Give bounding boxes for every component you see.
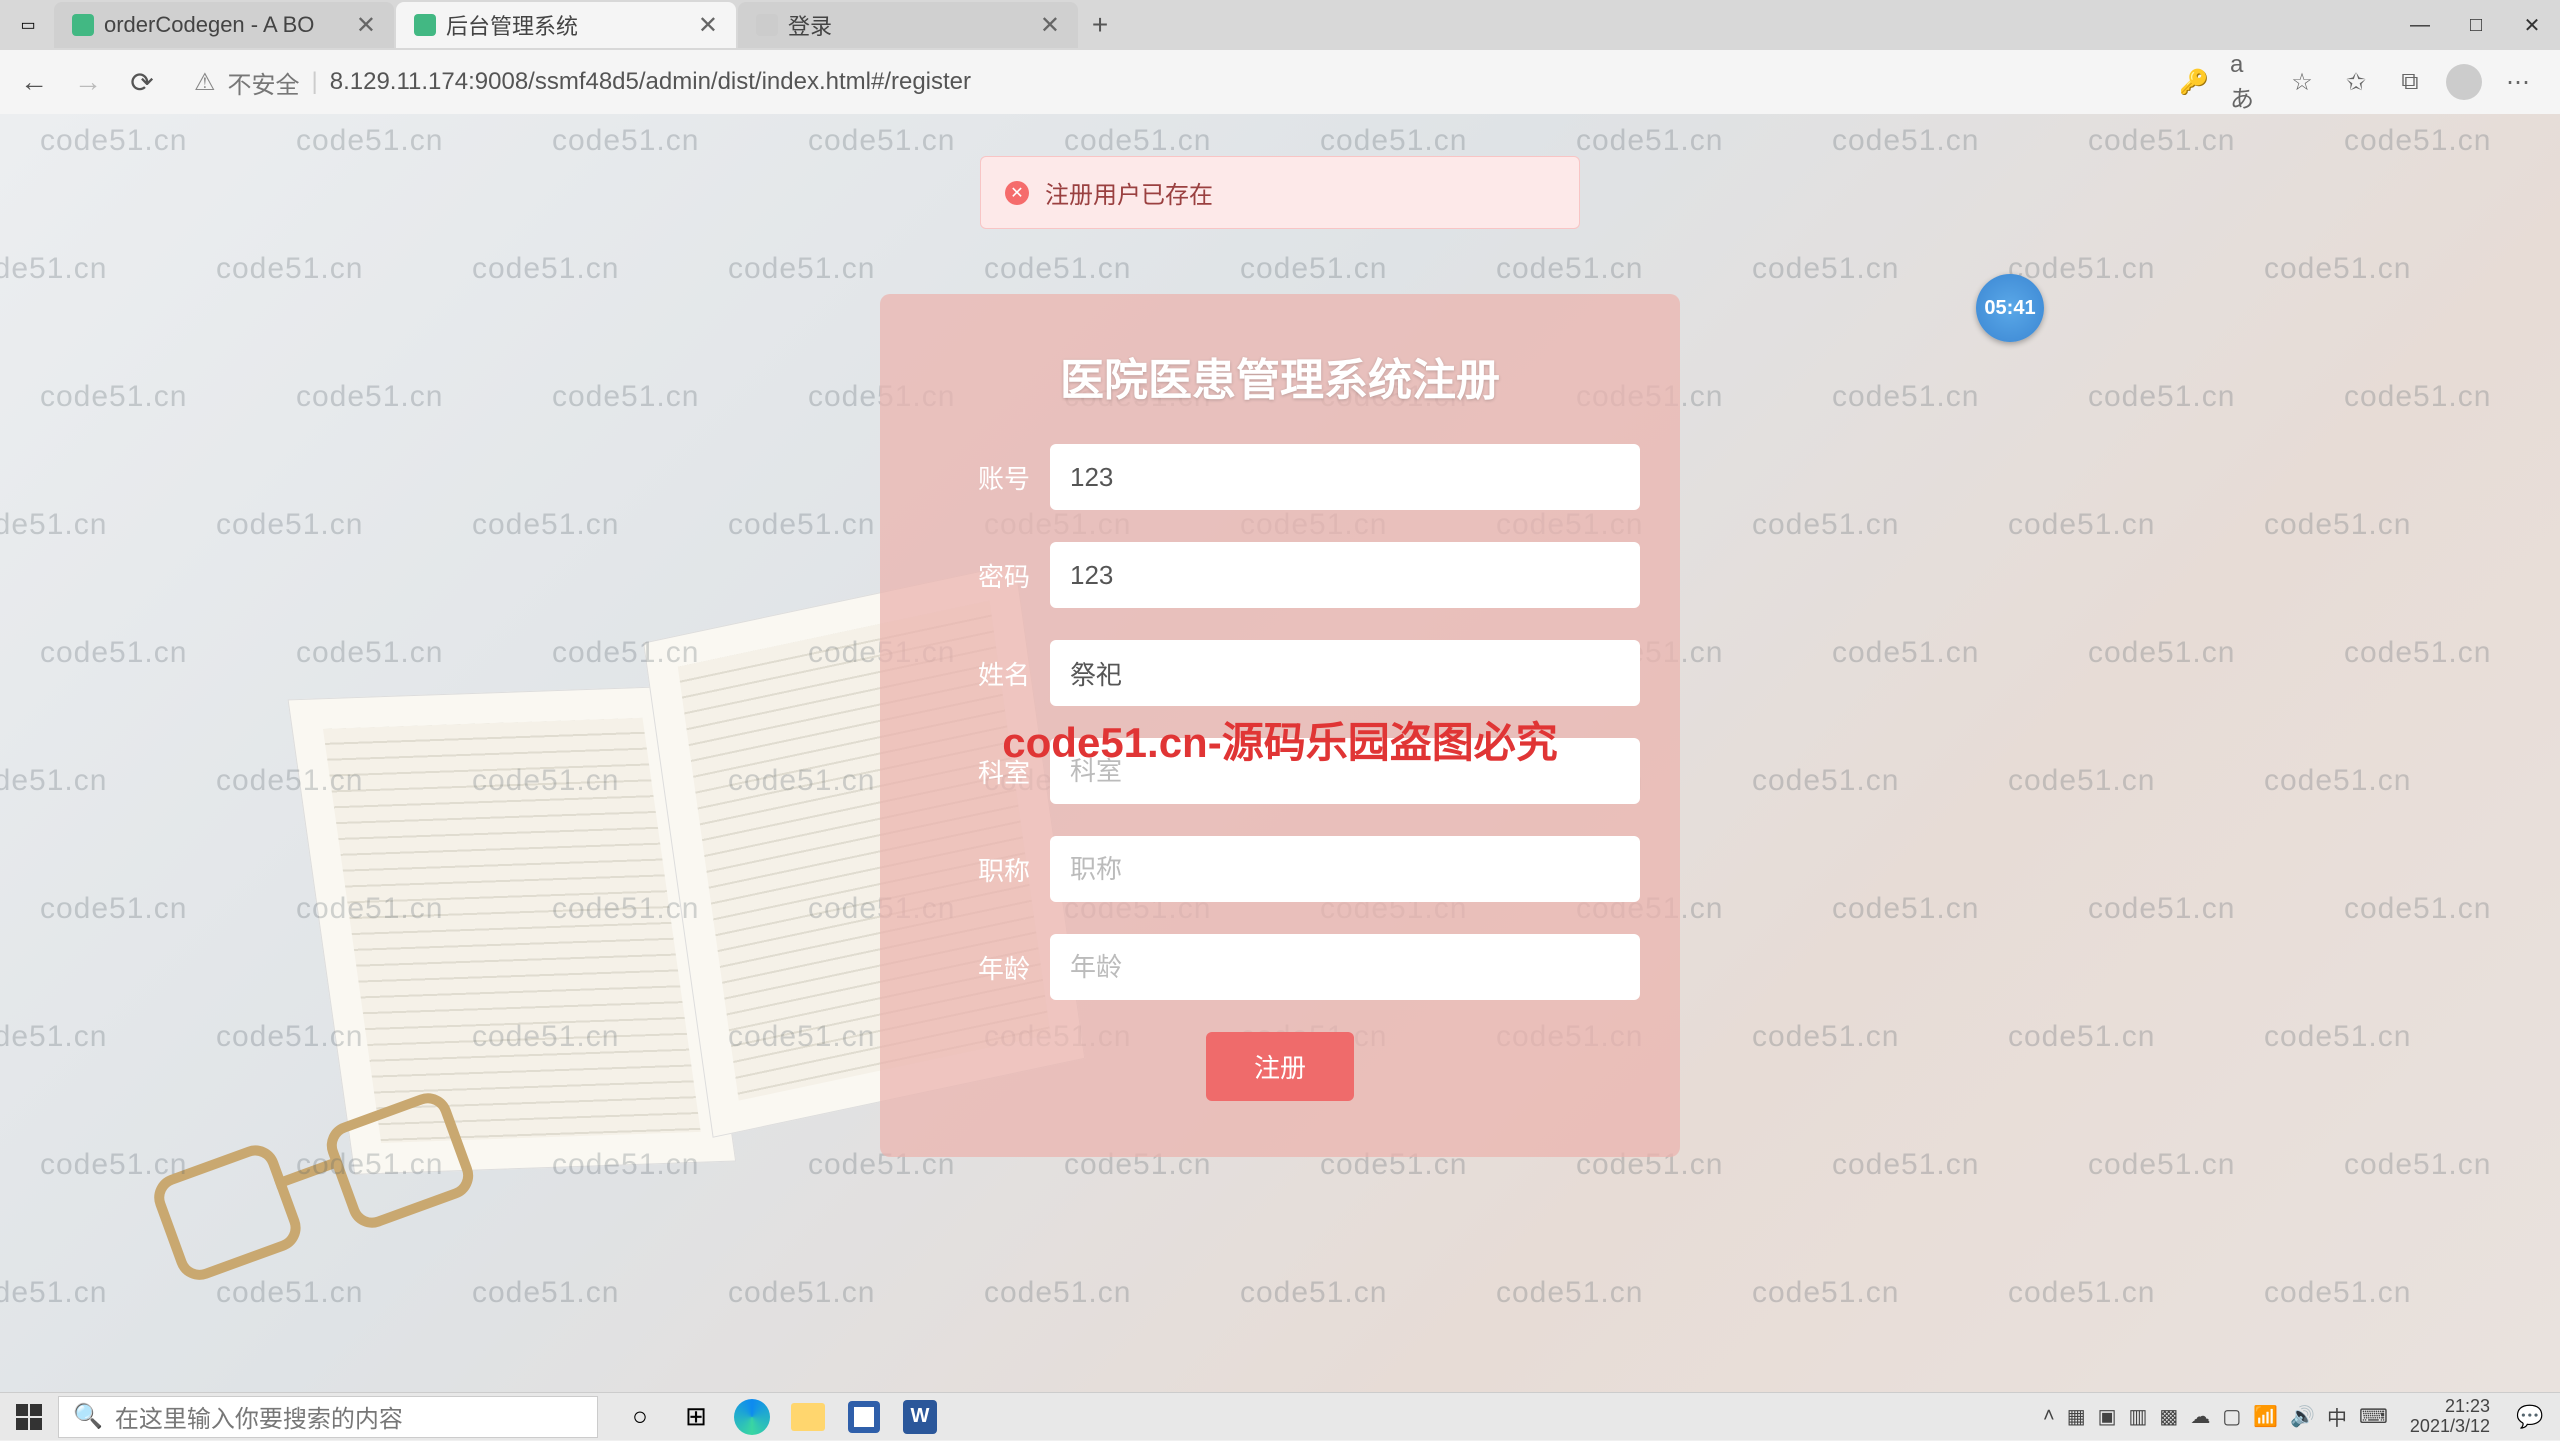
search-placeholder: 在这里输入你要搜索的内容 <box>115 1399 403 1434</box>
battery-icon[interactable]: ▢ <box>2222 1404 2241 1429</box>
row-password: 密码 <box>920 542 1640 608</box>
tab-bar: ▭ orderCodegen - A BO ✕ 后台管理系统 ✕ 登录 ✕ + … <box>0 0 2560 50</box>
favicon-icon <box>72 14 94 36</box>
url-text: 8.129.11.174:9008/ssmf48d5/admin/dist/in… <box>330 68 971 96</box>
store-icon[interactable] <box>842 1395 886 1439</box>
favorites-bar-icon[interactable]: ✩ <box>2338 64 2374 100</box>
tray-app3-icon[interactable]: ▥ <box>2129 1404 2148 1429</box>
taskbar-search[interactable]: 🔍 在这里输入你要搜索的内容 <box>58 1396 598 1438</box>
label-age: 年龄 <box>920 949 1050 986</box>
label-title: 职称 <box>920 851 1050 888</box>
close-icon[interactable]: ✕ <box>356 11 376 40</box>
tab-login[interactable]: 登录 ✕ <box>738 2 1078 48</box>
clock[interactable]: 21:23 2021/3/12 <box>2400 1397 2500 1437</box>
input-age[interactable] <box>1050 934 1640 1000</box>
key-icon[interactable]: 🔑 <box>2176 64 2212 100</box>
clock-badge: 05:41 <box>1976 274 2044 342</box>
address-bar: ← → ⟳ ⚠ 不安全 | 8.129.11.174:9008/ssmf48d5… <box>0 50 2560 114</box>
favorite-icon[interactable]: ☆ <box>2284 64 2320 100</box>
security-label: 不安全 <box>228 65 300 100</box>
tab-actions-button[interactable]: ▭ <box>10 7 46 43</box>
cortana-icon[interactable]: ○ <box>618 1395 662 1439</box>
tab-ordercodegen[interactable]: orderCodegen - A BO ✕ <box>54 2 394 48</box>
close-window-button[interactable]: ✕ <box>2504 0 2560 50</box>
input-title[interactable] <box>1050 836 1640 902</box>
explorer-icon[interactable] <box>786 1395 830 1439</box>
minimize-button[interactable]: — <box>2392 0 2448 50</box>
warning-icon: ⚠ <box>194 68 216 97</box>
start-button[interactable] <box>0 1393 58 1441</box>
tray-app4-icon[interactable]: ▩ <box>2159 1404 2178 1429</box>
wifi-icon[interactable]: 📶 <box>2253 1404 2278 1429</box>
input-password[interactable] <box>1050 542 1640 608</box>
notifications-icon[interactable]: 💬 <box>2512 1399 2548 1435</box>
error-icon: ✕ <box>1005 181 1029 205</box>
label-name: 姓名 <box>920 655 1050 692</box>
tray-app1-icon[interactable]: ▦ <box>2067 1404 2086 1429</box>
keyboard-icon[interactable]: ⌨ <box>2359 1404 2388 1429</box>
center-watermark: code51.cn-源码乐园盗图必究 <box>1002 709 1557 770</box>
profile-avatar[interactable] <box>2446 64 2482 100</box>
close-icon[interactable]: ✕ <box>1040 11 1060 40</box>
input-name[interactable] <box>1050 640 1640 706</box>
tray-chevron-icon[interactable]: ˄ <box>2043 1405 2055 1428</box>
back-button[interactable]: ← <box>14 62 54 102</box>
taskbar: 🔍 在这里输入你要搜索的内容 ○ ⊞ W ˄ ▦ ▣ ▥ ▩ ☁ ▢ 📶 🔊 中… <box>0 1392 2560 1440</box>
reload-button[interactable]: ⟳ <box>122 62 162 102</box>
onedrive-icon[interactable]: ☁ <box>2190 1404 2210 1429</box>
page-background: code51.cncode51.cncode51.cncode51.cncode… <box>0 114 2560 1392</box>
register-button[interactable]: 注册 <box>1206 1032 1354 1101</box>
favicon-icon <box>756 14 778 36</box>
row-age: 年龄 <box>920 934 1640 1000</box>
ime-icon[interactable]: 中 <box>2327 1402 2347 1431</box>
close-icon[interactable]: ✕ <box>698 11 718 40</box>
label-account: 账号 <box>920 459 1050 496</box>
search-icon: 🔍 <box>73 1402 103 1431</box>
tab-label: orderCodegen - A BO <box>104 12 314 38</box>
clock-time: 05:41 <box>1984 297 2035 320</box>
card-title: 医院医患管理系统注册 <box>920 344 1640 408</box>
toast-message: 注册用户已存在 <box>1045 175 1213 210</box>
tray-app2-icon[interactable]: ▣ <box>2098 1404 2117 1429</box>
menu-icon[interactable]: ⋯ <box>2500 64 2536 100</box>
separator: | <box>312 68 318 96</box>
tab-label: 后台管理系统 <box>446 9 578 41</box>
clock-time: 21:23 <box>2410 1397 2490 1417</box>
task-icons: ○ ⊞ W <box>618 1395 942 1439</box>
tab-label: 登录 <box>788 9 832 41</box>
input-account[interactable] <box>1050 444 1640 510</box>
system-tray: ˄ ▦ ▣ ▥ ▩ ☁ ▢ 📶 🔊 中 ⌨ 21:23 2021/3/12 💬 <box>2043 1397 2560 1437</box>
url-bar[interactable]: ⚠ 不安全 | 8.129.11.174:9008/ssmf48d5/admin… <box>176 59 2162 105</box>
tab-admin[interactable]: 后台管理系统 ✕ <box>396 2 736 48</box>
row-name: 姓名 <box>920 640 1640 706</box>
collections-icon[interactable]: ⧉ <box>2392 64 2428 100</box>
favicon-icon <box>414 14 436 36</box>
error-toast: ✕ 注册用户已存在 <box>980 156 1580 229</box>
label-password: 密码 <box>920 557 1050 594</box>
toolbar-icons: 🔑 aあ ☆ ✩ ⧉ ⋯ <box>2176 64 2546 100</box>
maximize-button[interactable]: □ <box>2448 0 2504 50</box>
browser-chrome: ▭ orderCodegen - A BO ✕ 后台管理系统 ✕ 登录 ✕ + … <box>0 0 2560 114</box>
word-icon[interactable]: W <box>898 1395 942 1439</box>
row-account: 账号 <box>920 444 1640 510</box>
page-viewport: code51.cncode51.cncode51.cncode51.cncode… <box>0 114 2560 1392</box>
windows-icon <box>16 1404 42 1430</box>
clock-date: 2021/3/12 <box>2410 1417 2490 1437</box>
row-title: 职称 <box>920 836 1640 902</box>
submit-row: 注册 <box>920 1032 1640 1101</box>
volume-icon[interactable]: 🔊 <box>2290 1404 2315 1429</box>
window-controls: — □ ✕ <box>2392 0 2560 50</box>
forward-button[interactable]: → <box>68 62 108 102</box>
task-view-icon[interactable]: ⊞ <box>674 1395 718 1439</box>
new-tab-button[interactable]: + <box>1080 9 1120 41</box>
edge-icon[interactable] <box>730 1395 774 1439</box>
translate-icon[interactable]: aあ <box>2230 64 2266 100</box>
